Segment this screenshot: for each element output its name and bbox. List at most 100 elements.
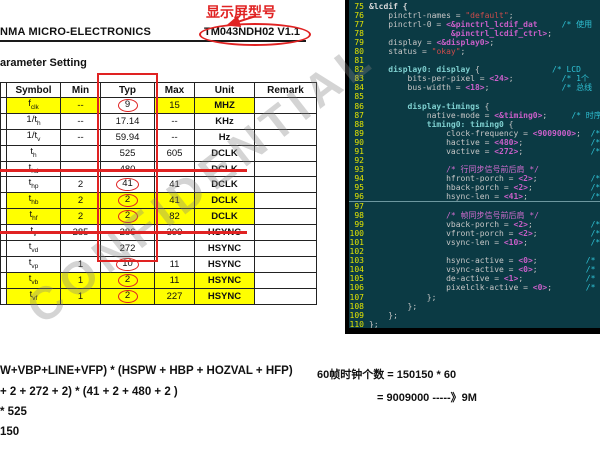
code-line[interactable]: 101 vsync-len = <10>; /*	[349, 238, 600, 247]
editor-bottom-band	[349, 328, 600, 334]
table-cell: 15	[155, 98, 195, 114]
company-name: NMA MICRO-ELECTRONICS	[0, 26, 151, 38]
table-cell	[255, 193, 317, 209]
table-cell: 11	[155, 256, 195, 272]
clock-formula-line3: * 525	[0, 406, 27, 418]
code-text: hsync-active = <0>; /*	[369, 256, 600, 265]
code-area[interactable]: 75&lcdif {76 pinctrl-names = "default";7…	[349, 2, 600, 329]
table-cell	[255, 113, 317, 129]
table-cell: DCLK	[195, 177, 255, 193]
line-number: 80	[349, 47, 364, 56]
code-text: &lcdif {	[369, 2, 600, 11]
red-circled-typ-value: 2	[118, 274, 138, 287]
code-text: hsync-len = <41>; /*	[369, 192, 600, 201]
code-line[interactable]: 96 hsync-len = <41>; /*	[349, 192, 600, 202]
code-line[interactable]: 82 display0: display { /* LCD	[349, 65, 600, 74]
line-number: 103	[349, 256, 364, 265]
table-cell: HSYNC	[195, 288, 255, 304]
code-line[interactable]: 102	[349, 247, 600, 256]
red-circled-typ-value: 2	[118, 194, 138, 207]
code-line[interactable]: 109 };	[349, 311, 600, 320]
line-number: 100	[349, 229, 364, 238]
table-cell: 227	[155, 288, 195, 304]
table-cell: tv	[7, 225, 61, 241]
code-line[interactable]: 87 native-mode = <&timing0>; /* 时序	[349, 111, 600, 120]
code-line[interactable]: 98 /* 帧同步信号前后肩 */	[349, 211, 600, 220]
code-line[interactable]: 75&lcdif {	[349, 2, 600, 11]
code-line[interactable]: 90 hactive = <480>; /*	[349, 138, 600, 147]
code-text: };	[369, 311, 600, 320]
table-cell: tvp	[7, 256, 61, 272]
table-cell: DCLK	[195, 193, 255, 209]
code-line[interactable]: 99 vback-porch = <2>; /*	[349, 220, 600, 229]
code-line[interactable]: 79 display = <&display0>;	[349, 38, 600, 47]
clock-formula-line4: 150	[0, 426, 19, 438]
code-text: display-timings {	[369, 102, 600, 111]
code-editor-panel[interactable]: 75&lcdif {76 pinctrl-names = "default";7…	[345, 0, 600, 334]
table-cell: thd	[7, 161, 61, 177]
line-number: 93	[349, 165, 364, 174]
code-line[interactable]: 108 };	[349, 302, 600, 311]
table-row: tvb1211HSYNC	[1, 272, 317, 288]
table-cell: HSYNC	[195, 225, 255, 241]
table-row: thp24141DCLK	[1, 177, 317, 193]
code-line[interactable]: 105 de-active = <1>; /*	[349, 274, 600, 283]
code-line[interactable]: 93 /* 行同步信号前后肩 */	[349, 165, 600, 174]
code-line[interactable]: 95 hback-porch = <2>; /*	[349, 183, 600, 192]
table-cell: 399	[155, 225, 195, 241]
line-number: 99	[349, 220, 364, 229]
code-line[interactable]: 107 };	[349, 293, 600, 302]
code-text: vback-porch = <2>; /*	[369, 220, 600, 229]
table-cell: --	[61, 98, 101, 114]
table-cell: 480	[101, 161, 155, 177]
code-text	[369, 92, 600, 101]
code-line[interactable]: 85	[349, 92, 600, 101]
code-line[interactable]: 100 vfront-porch = <2>; /*	[349, 229, 600, 238]
table-cell: tvd	[7, 241, 61, 257]
table-row: thd480DCLK	[1, 161, 317, 177]
code-line[interactable]: 94 hfront-porch = <2>; /*	[349, 174, 600, 183]
code-line[interactable]: 78 &pinctrl_lcdif_ctrl>;	[349, 29, 600, 38]
table-cell: DCLK	[195, 209, 255, 225]
code-line[interactable]: 103 hsync-active = <0>; /*	[349, 256, 600, 265]
table-cell: thb	[7, 193, 61, 209]
table-cell: 1	[61, 256, 101, 272]
code-text: /* 行同步信号前后肩 */	[369, 165, 600, 174]
table-cell: 2	[61, 177, 101, 193]
table-cell	[155, 161, 195, 177]
line-number: 109	[349, 311, 364, 320]
code-text: display = <&display0>;	[369, 38, 600, 47]
code-line[interactable]: 81	[349, 56, 600, 65]
table-cell	[61, 241, 101, 257]
table-cell: HSYNC	[195, 272, 255, 288]
code-line[interactable]: 92	[349, 156, 600, 165]
code-line[interactable]: 77 pinctrl-0 = <&pinctrl_lcdif_dat /* 使用	[349, 20, 600, 29]
table-cell: 1	[61, 272, 101, 288]
code-line[interactable]: 88 timing0: timing0 {	[349, 120, 600, 129]
code-text: status = "okay";	[369, 47, 600, 56]
table-cell: 1	[61, 288, 101, 304]
code-line[interactable]: 86 display-timings {	[349, 102, 600, 111]
code-line[interactable]: 76 pinctrl-names = "default";	[349, 11, 600, 20]
table-row: tv285286399HSYNC	[1, 225, 317, 241]
code-text: native-mode = <&timing0>; /* 时序	[369, 111, 600, 120]
code-line[interactable]: 106 pixelclk-active = <0>; /*	[349, 283, 600, 292]
code-line[interactable]: 104 vsync-active = <0>; /*	[349, 265, 600, 274]
code-line[interactable]: 97	[349, 202, 600, 211]
line-number: 87	[349, 111, 364, 120]
code-line[interactable]: 84 bus-width = <18>; /* 总线	[349, 83, 600, 92]
table-cell	[61, 145, 101, 161]
line-number: 106	[349, 283, 364, 292]
table-cell: tvb	[7, 272, 61, 288]
table-cell	[255, 98, 317, 114]
table-cell: tvf	[7, 288, 61, 304]
table-cell: 59.94	[101, 129, 155, 145]
code-line[interactable]: 91 vactive = <272>; /*	[349, 147, 600, 156]
line-number: 86	[349, 102, 364, 111]
code-line[interactable]: 83 bits-per-pixel = <24>; /* 1个	[349, 74, 600, 83]
code-line[interactable]: 80 status = "okay";	[349, 47, 600, 56]
line-number: 91	[349, 147, 364, 156]
table-cell: 2	[61, 193, 101, 209]
table-cell	[255, 161, 317, 177]
code-line[interactable]: 89 clock-frequency = <9009000>; /*	[349, 129, 600, 138]
